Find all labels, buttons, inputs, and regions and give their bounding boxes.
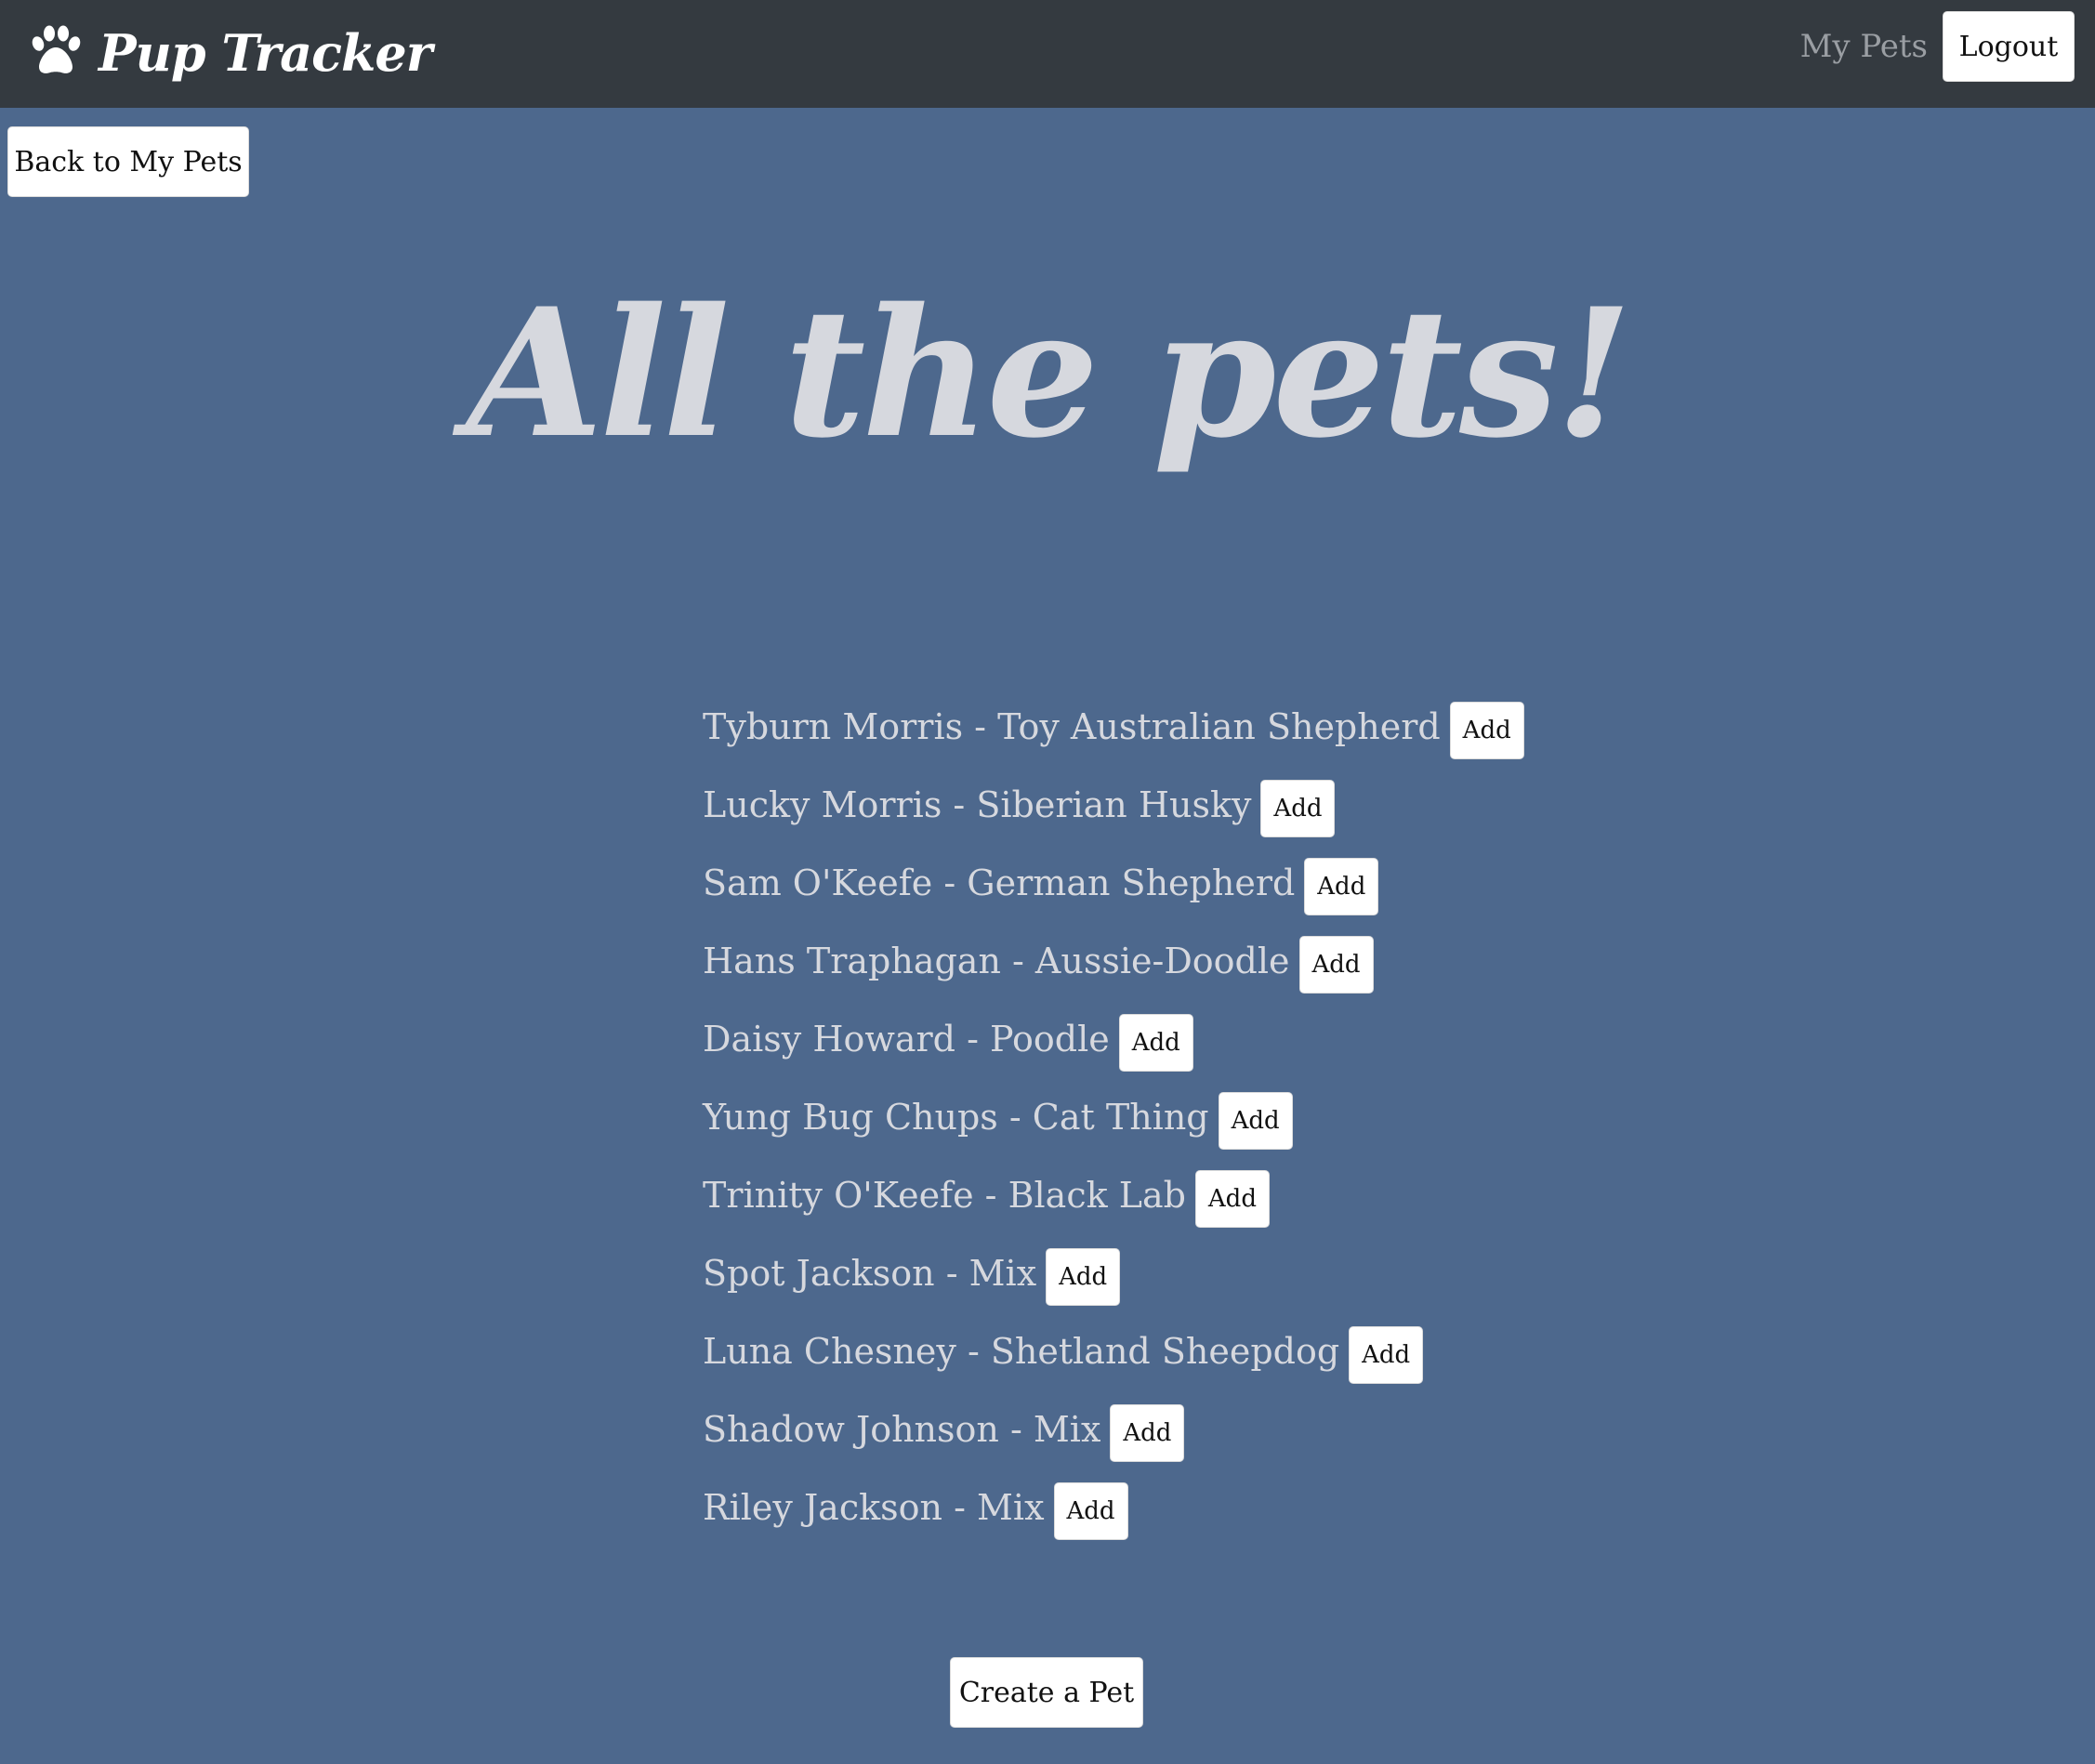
add-pet-button[interactable]: Add [1194, 1170, 1270, 1228]
add-pet-button[interactable]: Add [1053, 1482, 1128, 1540]
pet-row: Lucky Morris - Siberian Husky Add [703, 766, 1524, 844]
pet-label: Trinity O'Keefe - Black Lab [703, 1175, 1186, 1216]
pet-label: Spot Jackson - Mix [703, 1253, 1037, 1294]
pet-row: Yung Bug Chups - Cat Thing Add [703, 1078, 1524, 1156]
add-pet-button[interactable]: Add [1046, 1248, 1121, 1306]
pet-row: Spot Jackson - Mix Add [703, 1234, 1524, 1312]
paw-icon [26, 21, 86, 85]
brand[interactable]: Pup Tracker [26, 11, 432, 95]
pet-label: Yung Bug Chups - Cat Thing [703, 1097, 1209, 1138]
add-pet-button[interactable]: Add [1260, 780, 1336, 837]
pet-row: Sam O'Keefe - German Shepherd Add [703, 844, 1524, 922]
pet-label: Riley Jackson - Mix [703, 1487, 1045, 1528]
brand-title: Pup Tracker [99, 23, 432, 83]
pet-label: Sam O'Keefe - German Shepherd [703, 862, 1296, 903]
pet-row: Luna Chesney - Shetland Sheepdog Add [703, 1312, 1524, 1390]
add-pet-button[interactable]: Add [1118, 1014, 1193, 1072]
pet-label: Hans Traphagan - Aussie-Doodle [703, 941, 1290, 981]
pet-row: Trinity O'Keefe - Black Lab Add [703, 1156, 1524, 1234]
page-title: All the pets! [466, 270, 1633, 477]
pet-row: Tyburn Morris - Toy Australian Shepherd … [703, 688, 1524, 766]
pet-row: Hans Traphagan - Aussie-Doodle Add [703, 922, 1524, 1000]
add-pet-button[interactable]: Add [1110, 1404, 1185, 1462]
create-pet-button[interactable]: Create a Pet [950, 1657, 1143, 1728]
my-pets-link[interactable]: My Pets [1800, 28, 1928, 65]
navbar: Pup Tracker My Pets Logout [0, 0, 2095, 108]
add-pet-button[interactable]: Add [1349, 1326, 1424, 1384]
pet-list: Tyburn Morris - Toy Australian Shepherd … [703, 688, 1524, 1547]
add-pet-button[interactable]: Add [1304, 858, 1379, 915]
add-pet-button[interactable]: Add [1218, 1092, 1293, 1150]
pet-label: Lucky Morris - Siberian Husky [703, 784, 1252, 825]
pet-row: Shadow Johnson - Mix Add [703, 1390, 1524, 1468]
pet-row: Riley Jackson - Mix Add [703, 1468, 1524, 1547]
pet-label: Tyburn Morris - Toy Australian Shepherd [703, 706, 1441, 747]
add-pet-button[interactable]: Add [1449, 702, 1524, 759]
pet-label: Luna Chesney - Shetland Sheepdog [703, 1331, 1340, 1372]
pet-label: Shadow Johnson - Mix [703, 1409, 1101, 1450]
logout-button[interactable]: Logout [1943, 11, 2075, 82]
back-to-my-pets-button[interactable]: Back to My Pets [7, 126, 249, 197]
pet-label: Daisy Howard - Poodle [703, 1019, 1110, 1060]
pet-row: Daisy Howard - Poodle Add [703, 1000, 1524, 1078]
add-pet-button[interactable]: Add [1298, 936, 1374, 994]
